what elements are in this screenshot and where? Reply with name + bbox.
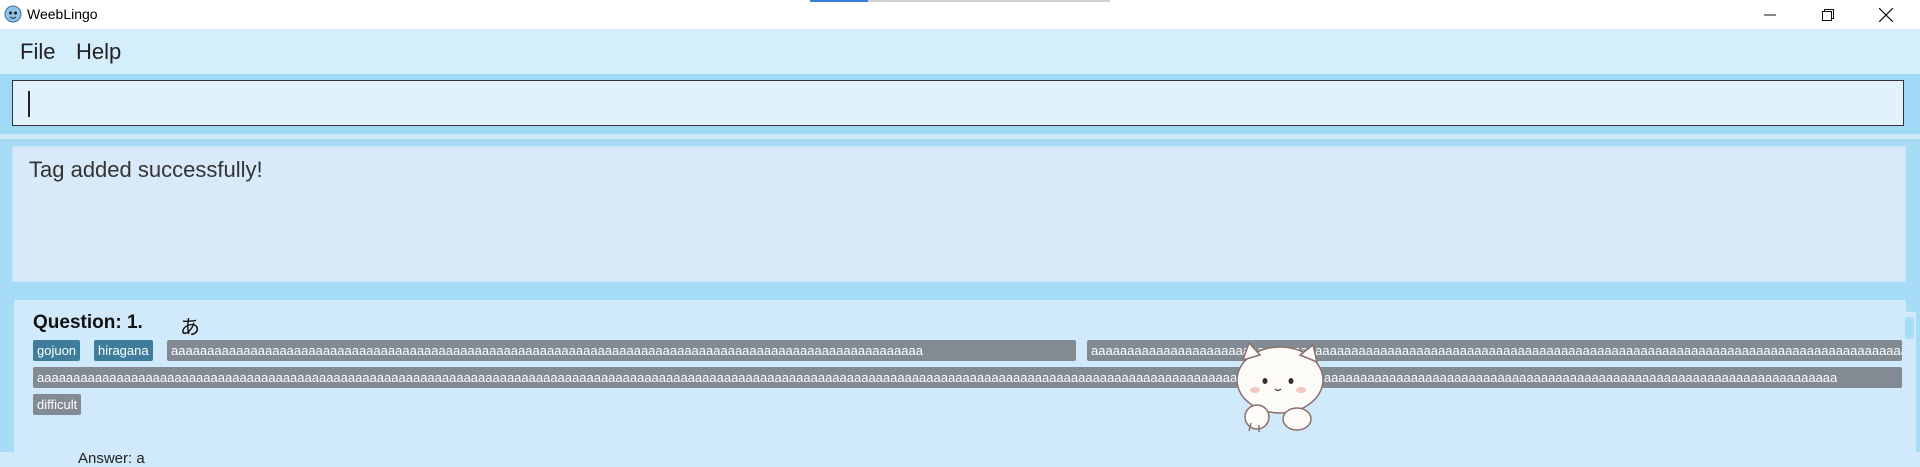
restore-icon — [1822, 8, 1834, 21]
title-bar: WeebLingo — [0, 0, 1920, 29]
minimize-icon — [1764, 14, 1776, 15]
tag-user-3: aaaaaaaaaaaaaaaaaaaaaaaaaaaaaaaaaaaaaaaa… — [33, 367, 1902, 388]
tag-difficult: difficult — [33, 394, 82, 415]
scrollbar-thumb[interactable] — [1905, 317, 1914, 339]
close-button[interactable] — [1857, 0, 1915, 29]
weeblingo-app-icon — [4, 5, 22, 23]
menu-file[interactable]: File — [20, 39, 55, 65]
taskbar-indicator-track — [868, 0, 1110, 2]
menu-help[interactable]: Help — [76, 39, 121, 65]
maximize-button[interactable] — [1799, 0, 1857, 29]
answer-label: Answer: a — [78, 450, 145, 467]
question-kana: あ — [180, 315, 200, 339]
question-list: Question: 1. あ gojuon hiragana aaaaaaaaa… — [0, 288, 1920, 467]
minimize-button[interactable] — [1741, 0, 1799, 29]
tag-hiragana: hiragana — [94, 340, 153, 361]
tag-gojuon: gojuon — [33, 340, 81, 361]
result-display: Tag added successfully! — [0, 139, 1920, 288]
command-box — [0, 74, 1920, 134]
question-number: Question: 1. — [33, 312, 143, 333]
scrollbar[interactable] — [1902, 312, 1916, 464]
taskbar-indicator — [810, 0, 868, 2]
question-card[interactable]: Question: 1. あ gojuon hiragana aaaaaaaaa… — [14, 300, 1916, 467]
cat-mascot — [1236, 341, 1324, 432]
menu-bar: File Help — [0, 29, 1920, 74]
tag-user-1: aaaaaaaaaaaaaaaaaaaaaaaaaaaaaaaaaaaaaaaa… — [167, 340, 1076, 361]
close-icon — [1879, 7, 1893, 22]
window-title: WeebLingo — [27, 6, 98, 22]
result-message: Tag added successfully! — [29, 157, 263, 182]
command-input[interactable] — [12, 80, 1904, 126]
tag-user-2: aaaaaaaaaaaaaaaaaaaaaaaaaaaaaaaaaaaaaaaa… — [1087, 340, 1902, 361]
text-caret — [28, 91, 30, 117]
result-text-area[interactable]: Tag added successfully! — [12, 146, 1906, 282]
